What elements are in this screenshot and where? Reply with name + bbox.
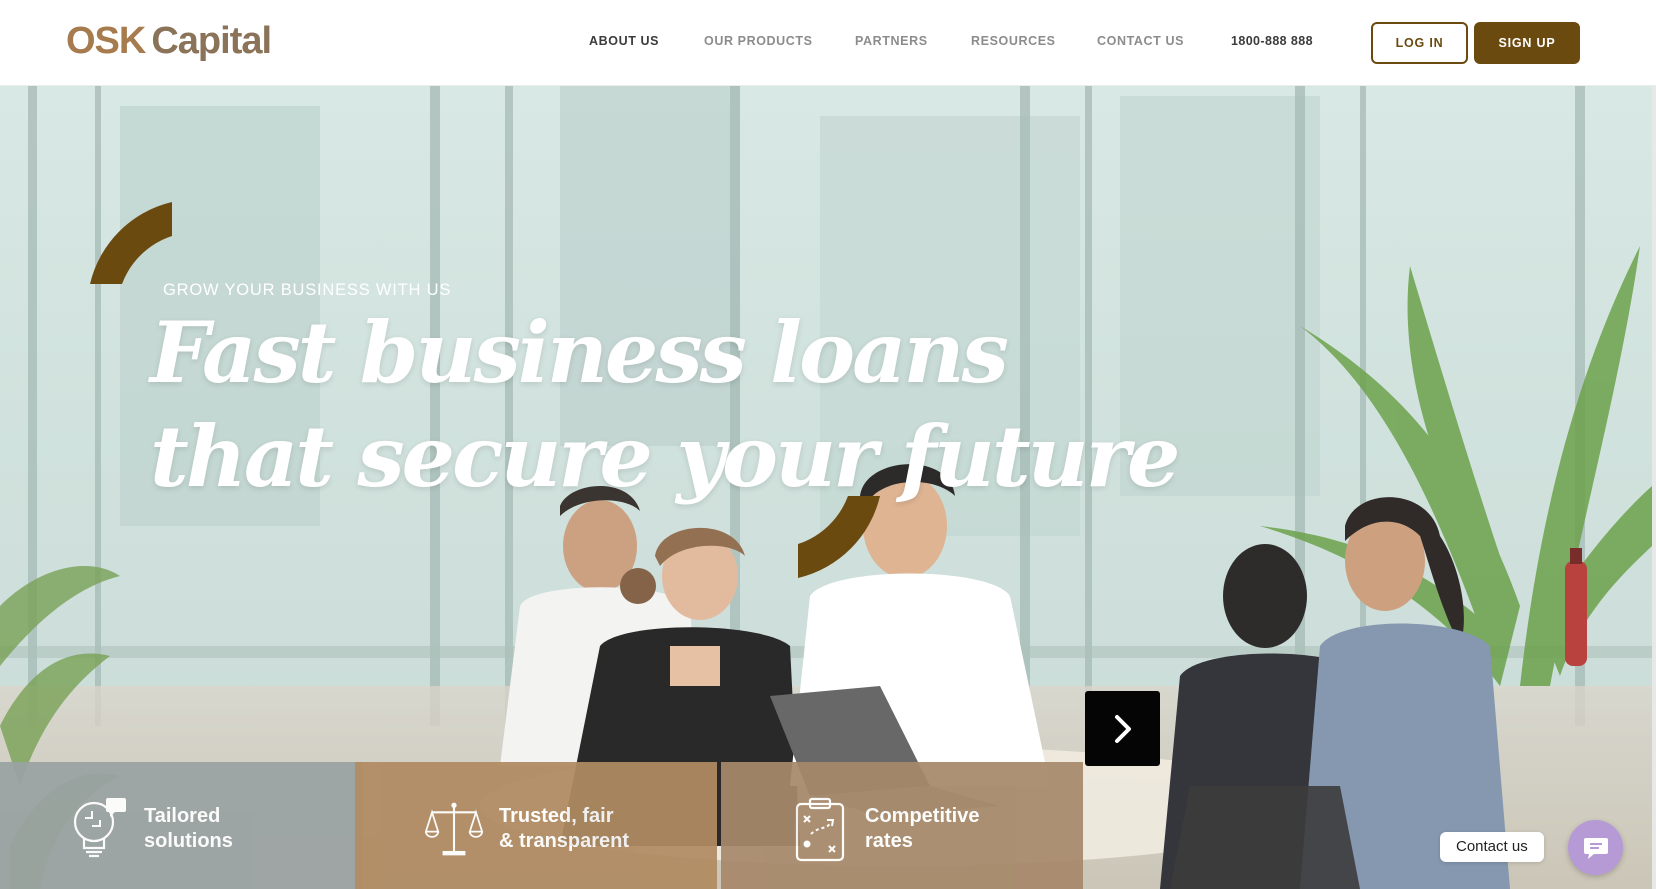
log-in-button[interactable]: LOG IN [1371, 22, 1468, 64]
nav-phone-number[interactable]: 1800-888 888 [1231, 30, 1313, 52]
hero-headline-line2: that secure your future [150, 407, 1180, 506]
carousel-next-button[interactable] [1085, 691, 1160, 766]
logo[interactable]: OSK Capital [66, 18, 272, 64]
feature-label: Trusted, fair & transparent [499, 805, 630, 852]
logo-capital: Capital [151, 20, 272, 62]
chevron-right-icon [1114, 714, 1131, 743]
nav-contact-us[interactable]: CONTACT US [1097, 30, 1184, 52]
sign-up-button[interactable]: SIGN UP [1474, 22, 1580, 64]
feature-competitive-rates[interactable]: Competitive rates [721, 762, 1083, 889]
contact-us-label[interactable]: Contact us [1440, 832, 1544, 862]
nav-partners[interactable]: PARTNERS [855, 30, 928, 52]
hero-headline-line1: Fast business loans [150, 303, 1009, 402]
scales-icon [425, 802, 483, 856]
feature-strip: Tailored solutions Trusted, fair & trans… [0, 762, 1086, 889]
nav-our-products[interactable]: OUR PRODUCTS [704, 30, 813, 52]
feature-tailored-solutions[interactable]: Tailored solutions [0, 762, 362, 889]
nav-resources[interactable]: RESOURCES [971, 30, 1056, 52]
logo-osk: OSK [66, 20, 146, 62]
feature-label: Competitive rates [865, 805, 980, 852]
hero-eyebrow: GROW YOUR BUSINESS WITH US [163, 281, 452, 299]
feature-label: Tailored solutions [144, 805, 233, 852]
nav-about-us[interactable]: ABOUT US [589, 30, 659, 52]
lightbulb-puzzle-icon [73, 798, 126, 858]
clipboard-strategy-icon [795, 797, 845, 862]
page-scrollbar[interactable] [1652, 86, 1656, 889]
contact-us-button[interactable] [1568, 820, 1623, 875]
hero-headline: Fast business loans that secure your fut… [150, 301, 1180, 509]
site-header: OSK Capital ABOUT US OUR PRODUCTS PARTNER… [0, 0, 1656, 86]
chat-icon [1583, 837, 1608, 859]
feature-trusted-fair-transparent[interactable]: Trusted, fair & transparent [355, 762, 717, 889]
hero-banner: GROW YOUR BUSINESS WITH US Fast business… [0, 86, 1652, 889]
